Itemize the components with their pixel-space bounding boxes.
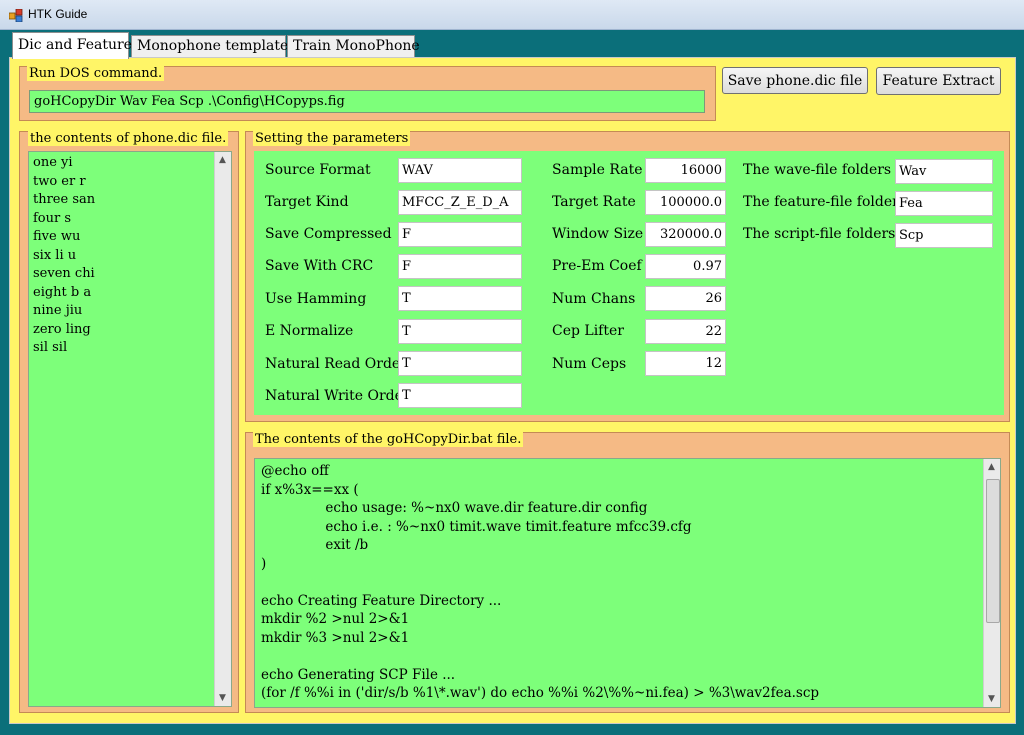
list-item: two er r (33, 174, 86, 189)
target-kind-input[interactable]: MFCC_Z_E_D_A (398, 190, 522, 215)
app-icon (9, 9, 23, 22)
param-label: Save With CRC (265, 258, 374, 274)
target-rate-input[interactable]: 100000.0 (645, 190, 726, 215)
scroll-down-icon[interactable]: ▼ (988, 694, 995, 704)
phone-dic-scrollbar[interactable]: ▲ ▼ (214, 152, 231, 706)
script-folder-input[interactable]: Scp (895, 223, 993, 248)
param-label: Window Size (552, 226, 644, 242)
window-title: HTK Guide (28, 7, 88, 21)
parameters-group-title: Setting the parameters (253, 131, 411, 146)
use-hamming-input[interactable]: T (398, 286, 522, 311)
phone-dic-textbox[interactable]: one yi two er r three san four s five wu… (28, 151, 232, 707)
natural-write-order-input[interactable]: T (398, 383, 522, 408)
natural-read-order-input[interactable]: T (398, 351, 522, 376)
save-with-crc-input[interactable]: F (398, 254, 522, 279)
code-line: ) (261, 556, 267, 572)
save-compressed-input[interactable]: F (398, 222, 522, 247)
feature-folder-input[interactable]: Fea (895, 191, 993, 216)
dos-group-title: Run DOS command. (27, 66, 165, 81)
source-format-input[interactable]: WAV (398, 158, 522, 183)
param-label: E Normalize (265, 323, 354, 339)
code-line: (for /f %%i in ('dir/s/b %1\*.wav') do e… (261, 685, 820, 701)
param-label: Target Kind (265, 194, 349, 210)
code-line: echo Generating SCP File ... (261, 667, 456, 683)
scroll-up-icon[interactable]: ▲ (219, 155, 226, 165)
scroll-up-icon[interactable]: ▲ (988, 462, 995, 472)
pre-em-coef-input[interactable]: 0.97 (645, 254, 726, 279)
cep-lifter-input[interactable]: 22 (645, 319, 726, 344)
param-label: Save Compressed (265, 226, 392, 242)
e-normalize-input[interactable]: T (398, 319, 522, 344)
list-item: five wu (33, 229, 81, 244)
param-label: Source Format (265, 162, 371, 178)
list-item: one yi (33, 155, 73, 170)
tab-dic-and-feature[interactable]: Dic and Feature (12, 32, 132, 59)
code-line: mkdir %3 >nul 2>&1 (261, 630, 410, 646)
list-item: nine jiu (33, 303, 83, 318)
dos-command-input[interactable]: goHCopyDir Wav Fea Scp .\Config\HCopyps.… (29, 90, 705, 113)
title-bar (0, 0, 1024, 30)
window-size-input[interactable]: 320000.0 (645, 222, 726, 247)
sample-rate-input[interactable]: 16000 (645, 158, 726, 183)
bat-file-textbox[interactable]: @echo off if x%3x==xx ( echo usage: %~nx… (254, 458, 1001, 708)
code-line: exit /b (261, 537, 369, 553)
list-item: seven chi (33, 266, 95, 281)
list-item: six li u (33, 248, 77, 263)
code-line: if x%3x==xx ( (261, 482, 359, 498)
param-label: The script-file folders (743, 226, 896, 242)
tab-train-monophone[interactable]: Train MonoPhone (287, 35, 420, 57)
phone-dic-group-title: the contents of phone.dic file. (28, 131, 229, 146)
code-line: mkdir %2 >nul 2>&1 (261, 611, 410, 627)
tab-monophone-template[interactable]: Monophone template (131, 35, 288, 57)
code-line: echo usage: %~nx0 wave.dir feature.dir c… (261, 500, 648, 516)
list-item: four s (33, 211, 72, 226)
param-label: Target Rate (552, 194, 636, 210)
param-label: Pre-Em Coef (552, 258, 642, 274)
param-label: Cep Lifter (552, 323, 624, 339)
param-label: Num Chans (552, 291, 636, 307)
feature-extract-button[interactable]: Feature Extract (876, 67, 1001, 95)
parameters-panel: Source Format WAV Target Kind MFCC_Z_E_D… (254, 151, 1004, 415)
list-item: sil sil (33, 340, 68, 355)
num-chans-input[interactable]: 26 (645, 286, 726, 311)
list-item: zero ling (33, 322, 91, 337)
param-label: Use Hamming (265, 291, 367, 307)
param-label: The wave-file folders (743, 162, 892, 178)
param-label: Natural Read Order (265, 356, 398, 372)
bat-file-group-title: The contents of the goHCopyDir.bat file. (253, 432, 524, 447)
list-item: three san (33, 192, 96, 207)
param-label: Sample Rate (552, 162, 643, 178)
scroll-down-icon[interactable]: ▼ (219, 693, 226, 703)
num-ceps-input[interactable]: 12 (645, 351, 726, 376)
code-line: @echo off (261, 463, 329, 479)
param-label: The feature-file folders (743, 194, 895, 210)
scroll-thumb[interactable] (986, 479, 1000, 623)
param-label: Natural Write Order (265, 388, 398, 404)
code-line: echo Creating Feature Directory ... (261, 593, 502, 609)
code-line: echo i.e. : %~nx0 timit.wave timit.featu… (261, 519, 692, 535)
bat-file-scrollbar[interactable]: ▲ ▼ (983, 459, 1000, 707)
list-item: eight b a (33, 285, 92, 300)
wave-folder-input[interactable]: Wav (895, 159, 993, 184)
param-label: Num Ceps (552, 356, 627, 372)
save-phone-dic-button[interactable]: Save phone.dic file (722, 67, 868, 94)
